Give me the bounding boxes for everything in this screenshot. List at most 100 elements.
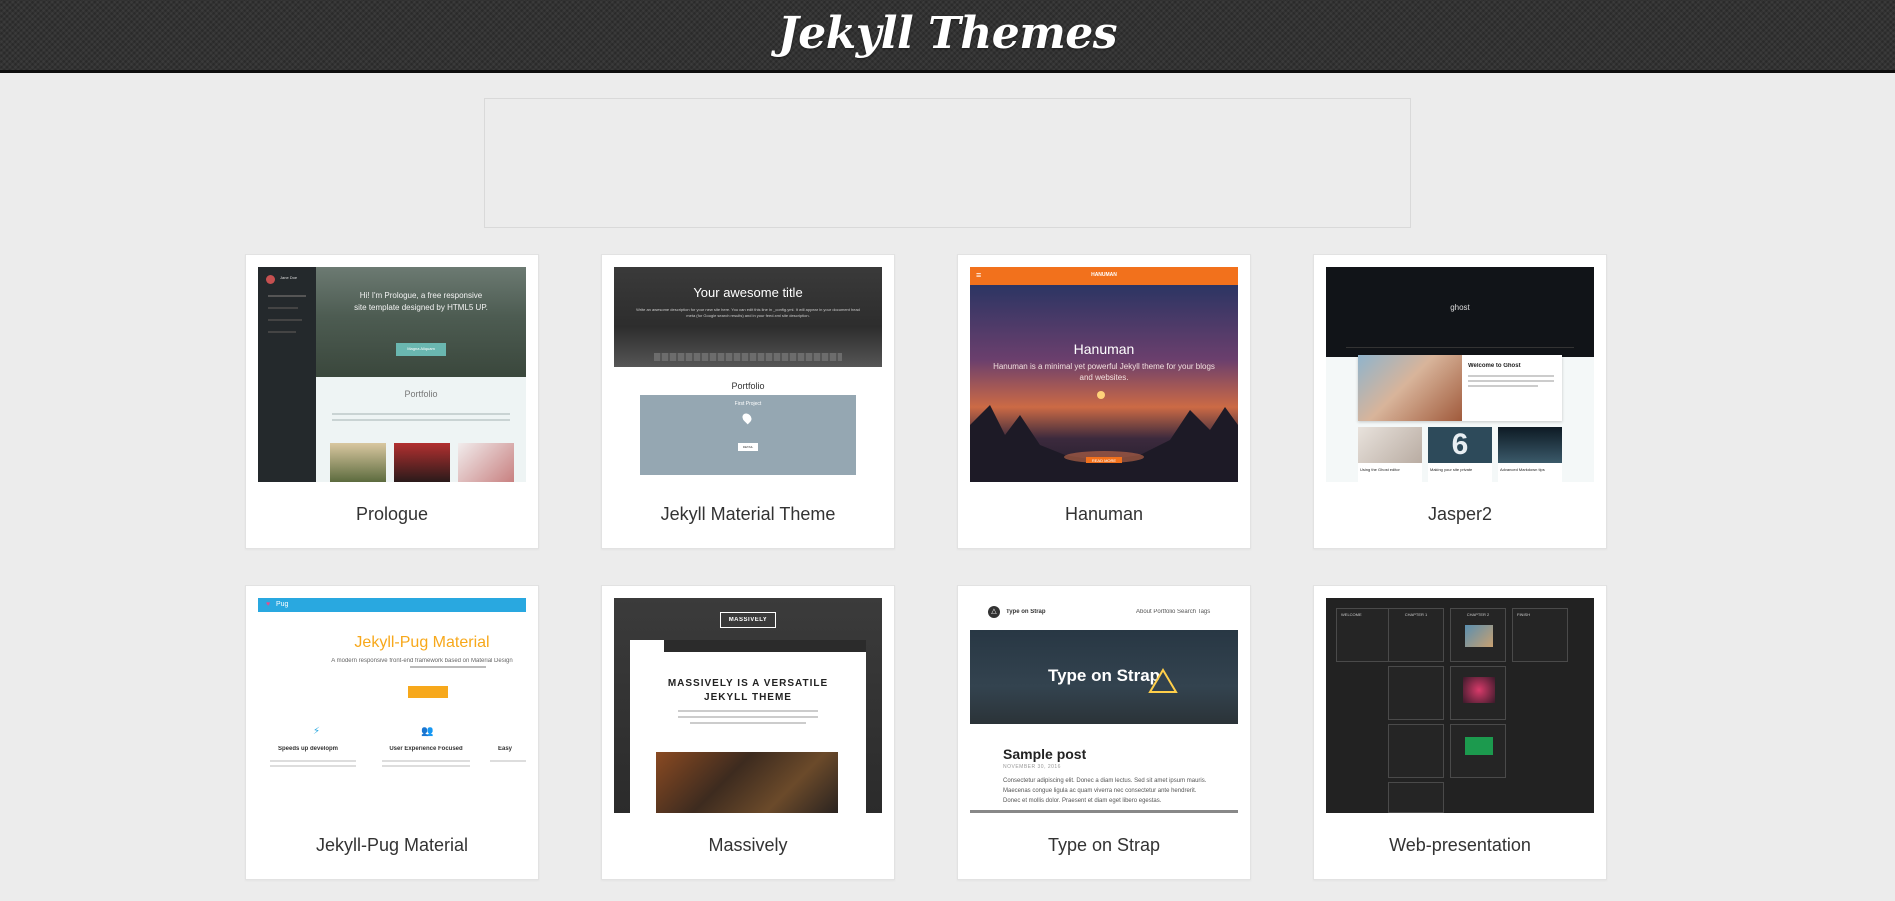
text-line bbox=[678, 710, 818, 712]
preview-image bbox=[656, 752, 838, 813]
preview-hero-button: Magna Aliquam bbox=[396, 343, 446, 356]
slide-title: CHAPTER 2 bbox=[1466, 612, 1490, 617]
keyboard-image bbox=[654, 353, 842, 361]
theme-thumbnail: MASSIVELY MASSIVELY IS A VERSATILE JEKYL… bbox=[614, 598, 882, 813]
slide-box: CHAPTER 1 bbox=[1388, 608, 1444, 662]
preview-hero-title: Hanuman bbox=[1073, 341, 1135, 357]
slide-box bbox=[1450, 666, 1506, 720]
preview-hero-subtitle: A modern responsive front-end framework … bbox=[331, 658, 513, 664]
feature-title: Easy bbox=[498, 746, 513, 752]
text-line bbox=[1468, 385, 1538, 387]
featured-post-card: Welcome to Ghost bbox=[1358, 355, 1562, 421]
slide-box: CHAPTER 2 bbox=[1450, 608, 1506, 662]
preview-body: Portfolio bbox=[316, 377, 526, 482]
theme-thumbnail: ≡ HANUMAN Hanuman Hanuman is a minimal y… bbox=[970, 267, 1238, 482]
nav-line bbox=[268, 295, 306, 297]
preview-hero-text: Write an awesome description for your ne… bbox=[636, 307, 860, 318]
text-line bbox=[382, 760, 470, 762]
text-line bbox=[1468, 380, 1554, 382]
theme-name: Massively bbox=[708, 835, 788, 855]
preview-box-button-label: DETAIL bbox=[742, 445, 754, 449]
slide-box bbox=[1388, 666, 1444, 720]
preview-section-title: Portfolio bbox=[404, 389, 438, 399]
text-line bbox=[410, 666, 486, 668]
preview-brand: Pug bbox=[276, 601, 289, 608]
site-header: Jekyll Themes bbox=[0, 0, 1895, 73]
nav-line bbox=[268, 331, 296, 333]
preview-sidebar: Jane Doe bbox=[258, 267, 316, 482]
preview-section-title: Portfolio bbox=[731, 381, 765, 391]
preview-hero-line1: Hi! I'm Prologue, a free responsive bbox=[359, 291, 483, 300]
theme-card-massively[interactable]: MASSIVELY MASSIVELY IS A VERSATILE JEKYL… bbox=[601, 585, 895, 880]
preview-hero-title: Type on Strap bbox=[1047, 666, 1161, 685]
mountains-silhouette bbox=[970, 405, 1238, 482]
preview-header: ghost bbox=[1326, 267, 1594, 357]
preview-bottom-bar bbox=[970, 810, 1238, 813]
theme-thumbnail: WELCOME CHAPTER 1 CHAPTER 2 FINISH bbox=[1326, 598, 1594, 813]
text-line bbox=[678, 716, 818, 718]
preview-hero-button-label: Magna Aliquam bbox=[407, 346, 435, 351]
theme-card-hanuman[interactable]: ≡ HANUMAN Hanuman Hanuman is a minimal y… bbox=[957, 254, 1251, 549]
nav-line bbox=[268, 319, 302, 321]
post-card: 6 Making your site private bbox=[1428, 427, 1492, 482]
preview-box-title: First Project bbox=[734, 401, 762, 407]
featured-post-title: Welcome to Ghost bbox=[1468, 363, 1521, 369]
feature-title: User Experience Focused bbox=[389, 746, 463, 752]
theme-name: Type on Strap bbox=[1047, 835, 1161, 855]
site-title-link[interactable]: Jekyll Themes bbox=[778, 8, 1118, 59]
post-card: Using the Ghost editor bbox=[1358, 427, 1422, 482]
logo-icon: △ bbox=[988, 606, 1000, 618]
preview-post-title: Sample post bbox=[1003, 746, 1087, 762]
preview-hero-button-label: READ MORE bbox=[1091, 458, 1117, 463]
theme-card-prologue[interactable]: Jane Doe Hi! I'm Prologue, a free respon… bbox=[245, 254, 539, 549]
preview-navbar: ≡ HANUMAN bbox=[970, 267, 1238, 285]
text-line bbox=[1468, 375, 1554, 377]
text-line bbox=[332, 419, 510, 421]
post-card-image bbox=[1498, 427, 1562, 463]
theme-card-type-on-strap[interactable]: △ Type on Strap About Portfolio Search T… bbox=[957, 585, 1251, 880]
triangle-icon: △ bbox=[991, 608, 997, 615]
ad-placeholder bbox=[484, 98, 1411, 228]
post-card-title: Using the Ghost editor bbox=[1360, 467, 1400, 472]
feature-title: Speeds up development bbox=[278, 746, 338, 752]
post-card-title: Advanced Markdown tips bbox=[1500, 467, 1545, 472]
theme-card-jekyll-pug-material[interactable]: ♥ Pug Jekyll-Pug Material A modern respo… bbox=[245, 585, 539, 880]
preview-hero-button: READ MORE bbox=[1086, 457, 1122, 463]
text-line bbox=[332, 413, 510, 415]
nav-line bbox=[268, 307, 298, 309]
preview-hero: Your awesome title Write an awesome desc… bbox=[614, 267, 882, 367]
preview-nav bbox=[630, 640, 866, 652]
theme-card-web-presentation[interactable]: WELCOME CHAPTER 1 CHAPTER 2 FINISH Web-p… bbox=[1313, 585, 1607, 880]
preview-hero: Hanuman Hanuman is a minimal yet powerfu… bbox=[970, 285, 1238, 482]
preview-logo-box: MASSIVELY bbox=[720, 612, 776, 628]
map-pin-icon bbox=[740, 411, 754, 425]
text-line bbox=[490, 760, 526, 762]
theme-card-jasper2[interactable]: ghost Welcome to Ghost Using the Ghost e… bbox=[1313, 254, 1607, 549]
preview-nav: About Portfolio Search Tags bbox=[1136, 609, 1211, 615]
preview-background: WELCOME CHAPTER 1 CHAPTER 2 FINISH bbox=[1326, 598, 1594, 813]
theme-name: Jasper2 bbox=[1427, 504, 1493, 524]
slide-box: FINISH bbox=[1512, 608, 1568, 662]
preview-hero-line2: site template designed by HTML5 UP. bbox=[354, 303, 488, 312]
theme-thumbnail: △ Type on Strap About Portfolio Search T… bbox=[970, 598, 1238, 813]
preview-headline-line2: JEKYLL THEME bbox=[704, 692, 792, 703]
slide-image bbox=[1465, 737, 1493, 755]
theme-name: Web-presentation bbox=[1389, 835, 1531, 855]
theme-card-jekyll-material[interactable]: Your awesome title Write an awesome desc… bbox=[601, 254, 895, 549]
preview-brand: ghost bbox=[1450, 303, 1470, 312]
preview-hero-text: Hanuman is a minimal yet powerful Jekyll… bbox=[993, 362, 1215, 382]
lightning-icon: ⚡ bbox=[313, 726, 321, 737]
avatar bbox=[266, 275, 275, 284]
preview-body: Jekyll-Pug Material A modern responsive … bbox=[258, 612, 526, 813]
thumbnail-image bbox=[394, 443, 450, 482]
slide-title: WELCOME bbox=[1341, 612, 1362, 617]
theme-name: Jekyll Material Theme bbox=[660, 504, 836, 524]
text-line bbox=[270, 760, 356, 762]
theme-name: Prologue bbox=[355, 504, 429, 524]
preview-headline-line1: MASSIVELY IS A VERSATILE bbox=[667, 678, 829, 689]
text-line bbox=[270, 765, 356, 767]
post-card-title: Making your site private bbox=[1430, 467, 1473, 472]
slide-box bbox=[1388, 782, 1444, 813]
divider bbox=[1346, 347, 1574, 348]
slide-box bbox=[1450, 724, 1506, 778]
